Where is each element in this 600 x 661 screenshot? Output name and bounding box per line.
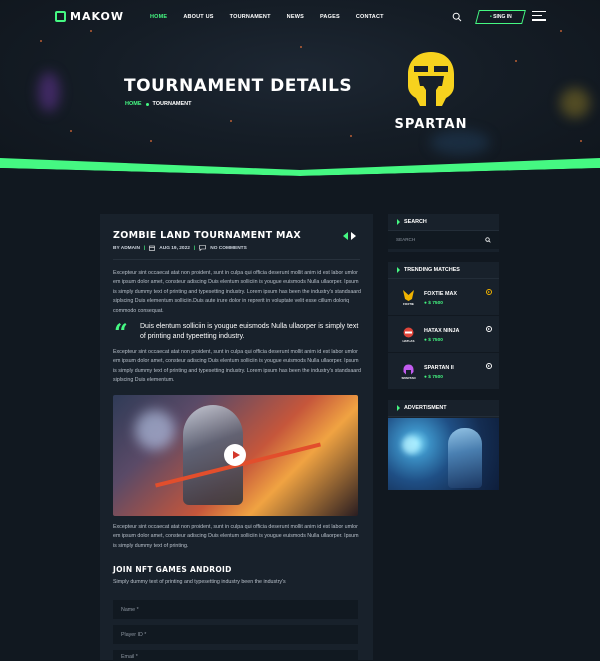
match-price: ● $ 7500 (424, 375, 443, 380)
calendar-icon (149, 245, 156, 251)
trending-match-item[interactable]: SPARTAN SPARTAN II ● $ 7500 (388, 353, 499, 390)
nav-item-home[interactable]: HOME (150, 14, 167, 20)
article-paragraph: Excepteur sint occaecat atat non proiden… (113, 349, 361, 384)
quote-icon: “ (114, 318, 128, 347)
divider (113, 259, 360, 260)
video-thumbnail[interactable] (113, 395, 358, 516)
trending-match-item[interactable]: FOXTIE FOXTIE MAX ● $ 7500 (388, 279, 499, 316)
play-video-button[interactable] (224, 444, 246, 466)
team-badge: SPARTAN (383, 50, 479, 132)
meta-separator: | (193, 245, 196, 251)
trending-match-item[interactable]: HATLAS HATAX NINJA ● $ 7500 (388, 316, 499, 353)
team-badge-name: SPARTAN (394, 117, 468, 132)
menu-hamburger-icon[interactable] (532, 11, 546, 24)
article-paragraph: Excepteur sint occaecat atat non proiden… (113, 270, 361, 314)
nav-item-contact[interactable]: CONTACT (356, 14, 384, 20)
name-field[interactable]: Name * (113, 600, 358, 619)
tournament-article: ZOMBIE LAND TOURNAMENT MAX BY ADMAIN | A… (100, 214, 373, 661)
search-placeholder: SEARCH (396, 237, 416, 242)
match-thumbnail: HATLAS (399, 324, 418, 345)
widget-title: SEARCH (388, 214, 499, 231)
nav-item-news[interactable]: NEWS (287, 14, 304, 20)
match-name: FOXTIE MAX (424, 291, 457, 297)
main-navigation: MAKOW HOME ABOUT US TOURNAMENT NEWS PAGE… (0, 0, 600, 36)
comment-icon (199, 245, 207, 251)
match-play-icon[interactable] (486, 289, 492, 295)
thumb-label: FOXTIE (403, 301, 414, 306)
nav-item-pages[interactable]: PAGES (320, 14, 340, 20)
nav-menu: HOME ABOUT US TOURNAMENT NEWS PAGES CONT… (150, 14, 400, 20)
play-icon (232, 451, 240, 459)
brand-name: MAKOW (70, 10, 124, 23)
sign-in-label: SING IN (492, 14, 512, 20)
meta-separator: | (143, 245, 146, 251)
nav-item-tournament[interactable]: TOURNAMENT (230, 14, 271, 20)
article-date: AUG 19, 2022 (159, 245, 190, 251)
match-thumbnail: SPARTAN (399, 361, 418, 382)
article-author[interactable]: BY ADMAIN (113, 246, 140, 251)
breadcrumb-current: TOURNAMENT (152, 101, 192, 107)
match-name: HATAX NINJA (424, 328, 460, 334)
widget-title: TRENDING MATCHES (388, 262, 499, 279)
widget-title: ADVERTISMENT (388, 400, 499, 417)
match-thumbnail: FOXTIE (399, 287, 418, 308)
background-bokeh (38, 72, 60, 112)
article-comments[interactable]: NO COMMENTS (210, 246, 247, 251)
breadcrumb-home-link[interactable]: HOME (125, 101, 142, 107)
breadcrumb-separator (145, 102, 149, 106)
article-title: ZOMBIE LAND TOURNAMENT MAX (113, 230, 302, 241)
page-title: TOURNAMENT DETAILS (124, 76, 353, 96)
thumb-label: SPARTAN (401, 375, 416, 380)
page-header-banner: MAKOW HOME ABOUT US TOURNAMENT NEWS PAGE… (0, 0, 600, 180)
match-price: ● $ 7500 (424, 301, 443, 306)
article-pager (343, 232, 356, 240)
chevron-right-icon (397, 405, 400, 411)
thumb-label: HATLAS (402, 338, 415, 343)
sidebar-trending-widget: TRENDING MATCHES FOXTIE FOXTIE MAX ● $ 7… (388, 262, 499, 390)
chevron-right-icon (397, 267, 400, 273)
ninja-logo-icon (403, 327, 414, 337)
match-play-icon[interactable] (486, 326, 492, 332)
match-play-icon[interactable] (486, 363, 492, 369)
background-bokeh (430, 130, 490, 155)
player-id-field[interactable]: Player ID * (113, 625, 358, 644)
search-icon[interactable] (452, 12, 462, 22)
spartan-logo-icon (403, 364, 414, 374)
blockquote-text: Duis elentum solliciin is yougue euismod… (140, 323, 359, 340)
advertisement-banner[interactable] (388, 418, 499, 490)
article-meta: BY ADMAIN | AUG 19, 2022 | NO COMMENTS (113, 245, 247, 251)
breadcrumb: HOME TOURNAMENT (125, 101, 192, 107)
join-form-title: JOIN NFT GAMES ANDROID (113, 565, 232, 574)
background-bokeh (560, 88, 590, 118)
match-name: SPARTAN II (424, 365, 454, 371)
sign-in-button[interactable]: • SING IN (475, 10, 526, 24)
brand-mark-icon (55, 11, 66, 22)
match-price: ● $ 7500 (424, 338, 443, 343)
spartan-helmet-logo (408, 52, 454, 106)
fox-logo-icon (403, 289, 414, 301)
sidebar-advertisement-widget: ADVERTISMENT (388, 400, 499, 490)
search-icon[interactable] (485, 237, 491, 243)
join-form-description: Simply dummy text of printing and typese… (113, 579, 286, 585)
article-paragraph: Excepteur sint occaecat atat non proiden… (113, 524, 359, 549)
chevron-right-icon (397, 219, 400, 225)
brand-logo[interactable]: MAKOW (55, 10, 124, 23)
prev-arrow-icon[interactable] (343, 232, 349, 240)
nav-item-about-us[interactable]: ABOUT US (183, 14, 213, 20)
header-divider-shape (0, 158, 600, 180)
next-arrow-icon[interactable] (350, 232, 356, 240)
sidebar-search-input[interactable]: SEARCH (388, 231, 499, 249)
sidebar-search-widget: SEARCH SEARCH (388, 214, 499, 252)
email-field[interactable]: Email * (113, 650, 358, 661)
